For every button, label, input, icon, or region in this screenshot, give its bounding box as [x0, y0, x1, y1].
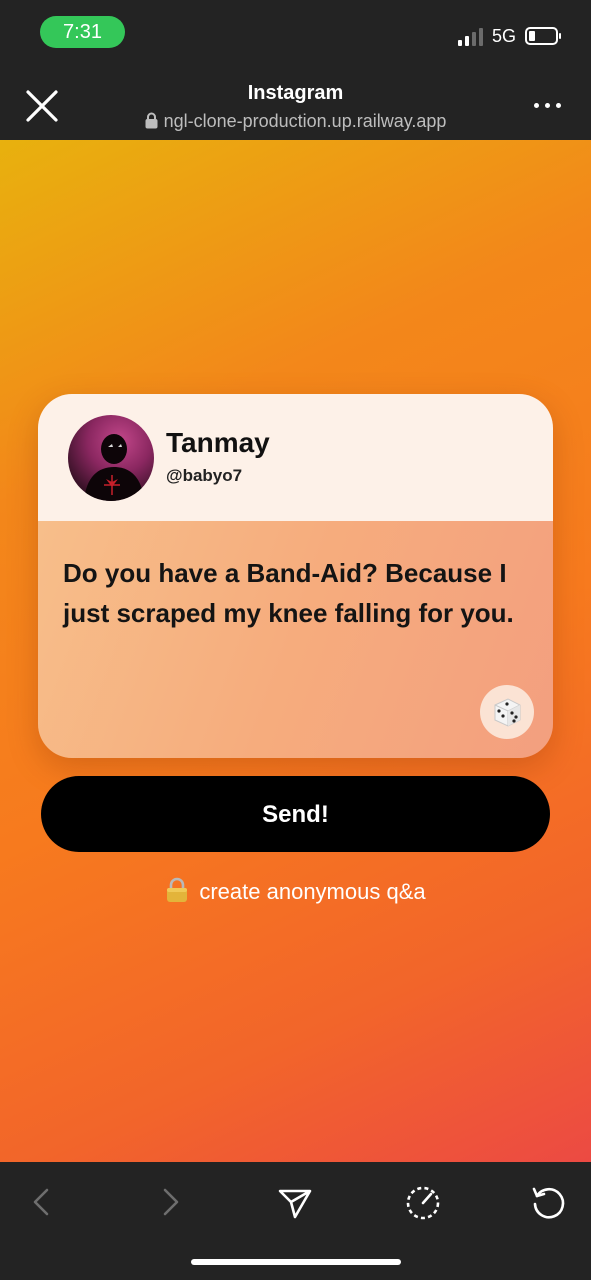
main-content: Tanmay @babyo7 Do you have a Band-Aid? B… — [0, 140, 591, 1162]
status-time: 7:31 — [40, 16, 125, 48]
url-text: ngl-clone-production.up.railway.app — [163, 111, 447, 131]
random-question-button[interactable] — [480, 685, 534, 739]
display-name: Tanmay — [166, 427, 270, 458]
forward-button[interactable] — [150, 1182, 190, 1222]
network-type: 5G — [492, 26, 517, 46]
lock-icon — [145, 112, 158, 129]
more-horizontal-icon — [534, 103, 539, 108]
home-indicator[interactable] — [191, 1259, 401, 1265]
status-bar: 7:31 5G — [0, 0, 591, 64]
share-icon — [278, 1189, 312, 1219]
question-card: Tanmay @babyo7 Do you have a Band-Aid? B… — [38, 394, 553, 758]
username: @babyo7 — [166, 466, 243, 485]
create-anonymous-link[interactable]: create anonymous q&a — [0, 877, 591, 905]
signal-icon — [458, 28, 484, 46]
back-button[interactable] — [22, 1182, 62, 1222]
share-button[interactable] — [275, 1182, 315, 1222]
lock-icon — [167, 877, 188, 902]
card-body: Do you have a Band-Aid? Because I just s… — [38, 521, 553, 758]
card-header: Tanmay @babyo7 — [38, 394, 553, 521]
refresh-button[interactable] — [528, 1182, 568, 1222]
back-arrow-icon — [33, 1188, 49, 1216]
refresh-icon — [532, 1187, 565, 1219]
browser-title: Instagram — [247, 82, 344, 104]
more-options-button[interactable] — [534, 101, 564, 111]
timer-icon — [406, 1186, 440, 1220]
create-link-label: create anonymous q&a — [199, 879, 426, 904]
browser-url[interactable]: ngl-clone-production.up.railway.app — [0, 111, 591, 132]
spider-figure-icon — [84, 434, 144, 501]
timer-button[interactable] — [403, 1182, 443, 1222]
send-button[interactable]: Send! — [41, 776, 550, 852]
question-text: Do you have a Band-Aid? Because I just s… — [63, 558, 514, 628]
avatar — [68, 415, 154, 501]
dice-icon — [494, 698, 521, 727]
forward-arrow-icon — [163, 1188, 179, 1216]
browser-header: Instagram ngl-clone-production.up.railwa… — [0, 64, 591, 140]
battery-icon — [525, 27, 561, 45]
